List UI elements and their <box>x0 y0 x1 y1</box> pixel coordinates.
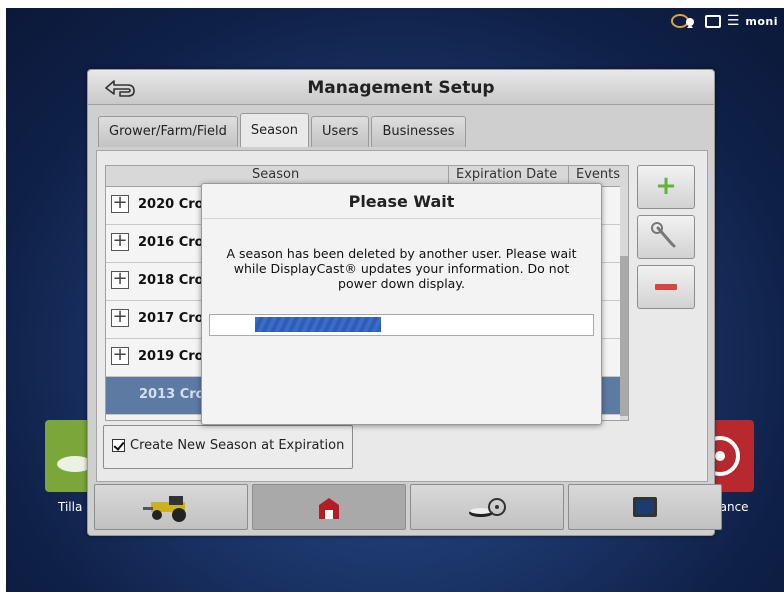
tab-businesses[interactable]: Businesses <box>371 116 466 147</box>
header-expiration-date: Expiration Date <box>456 167 558 182</box>
plus-icon: + <box>655 171 677 201</box>
tab-grower-farm-field[interactable]: Grower/Farm/Field <box>98 116 238 147</box>
expand-icon[interactable]: + <box>111 346 129 365</box>
management-button[interactable] <box>252 484 406 530</box>
tab-bar: Grower/Farm/Field Season Users Businesse… <box>98 113 468 148</box>
bottom-toolbar <box>94 484 722 530</box>
dialog-message: A season has been deleted by another use… <box>216 246 587 291</box>
expand-icon[interactable]: + <box>111 232 129 251</box>
tab-users[interactable]: Users <box>311 116 370 147</box>
dialog-message-line: A season has been deleted by another use… <box>226 246 577 261</box>
expand-icon[interactable]: + <box>111 270 129 289</box>
header-season: Season <box>252 167 300 182</box>
expand-icon[interactable]: + <box>111 194 129 213</box>
season-name: 2018 Cro <box>138 273 204 288</box>
checkbox-label: Create New Season at Expiration <box>130 438 345 453</box>
season-name: 2016 Cro <box>138 235 204 250</box>
minus-icon <box>655 284 677 290</box>
window-title-bar: Management Setup <box>88 70 714 105</box>
remove-season-button[interactable] <box>637 265 695 309</box>
edit-season-button[interactable] <box>637 215 695 259</box>
dialog-message-line: power down display. <box>338 276 465 291</box>
cellular-icon: moni <box>745 14 778 28</box>
menu-icon: ☰ <box>726 13 740 29</box>
scrollbar-thumb[interactable] <box>620 256 628 416</box>
equipment-button[interactable] <box>94 484 248 530</box>
season-name: 2020 Cro <box>138 197 204 212</box>
tillage-app-label: Tilla <box>58 500 83 514</box>
satellite-icon <box>670 14 694 28</box>
expand-icon[interactable]: + <box>111 308 129 327</box>
steering-icon <box>469 498 506 517</box>
create-new-season-checkbox[interactable]: Create New Season at Expiration <box>103 425 353 469</box>
guidance-button[interactable] <box>410 484 564 530</box>
season-name: 2013 Cro <box>139 387 205 402</box>
wrench-icon <box>651 222 676 248</box>
barn-icon <box>319 498 339 519</box>
progress-bar <box>209 314 594 336</box>
checkbox-checked-icon[interactable] <box>112 439 125 452</box>
tab-season[interactable]: Season <box>239 113 310 147</box>
dialog-message-line: while DisplayCast® updates your informat… <box>233 261 570 276</box>
window-title: Management Setup <box>307 78 495 98</box>
dialog-header: Please Wait <box>202 184 601 219</box>
header-events: Events <box>576 167 621 182</box>
season-name: 2017 Cro <box>138 311 204 326</box>
display-icon <box>704 14 721 28</box>
dialog-title: Please Wait <box>348 192 455 211</box>
season-name: 2019 Cro <box>138 349 204 364</box>
tractor-icon <box>143 496 186 522</box>
progress-bar-fill <box>255 317 381 332</box>
add-season-button[interactable]: + <box>637 165 695 209</box>
please-wait-dialog: Please Wait A season has been deleted by… <box>201 183 602 425</box>
display-icon <box>633 497 657 517</box>
display-button[interactable] <box>568 484 722 530</box>
table-scrollbar[interactable] <box>620 186 628 420</box>
status-bar: ☰ moni <box>670 12 778 30</box>
